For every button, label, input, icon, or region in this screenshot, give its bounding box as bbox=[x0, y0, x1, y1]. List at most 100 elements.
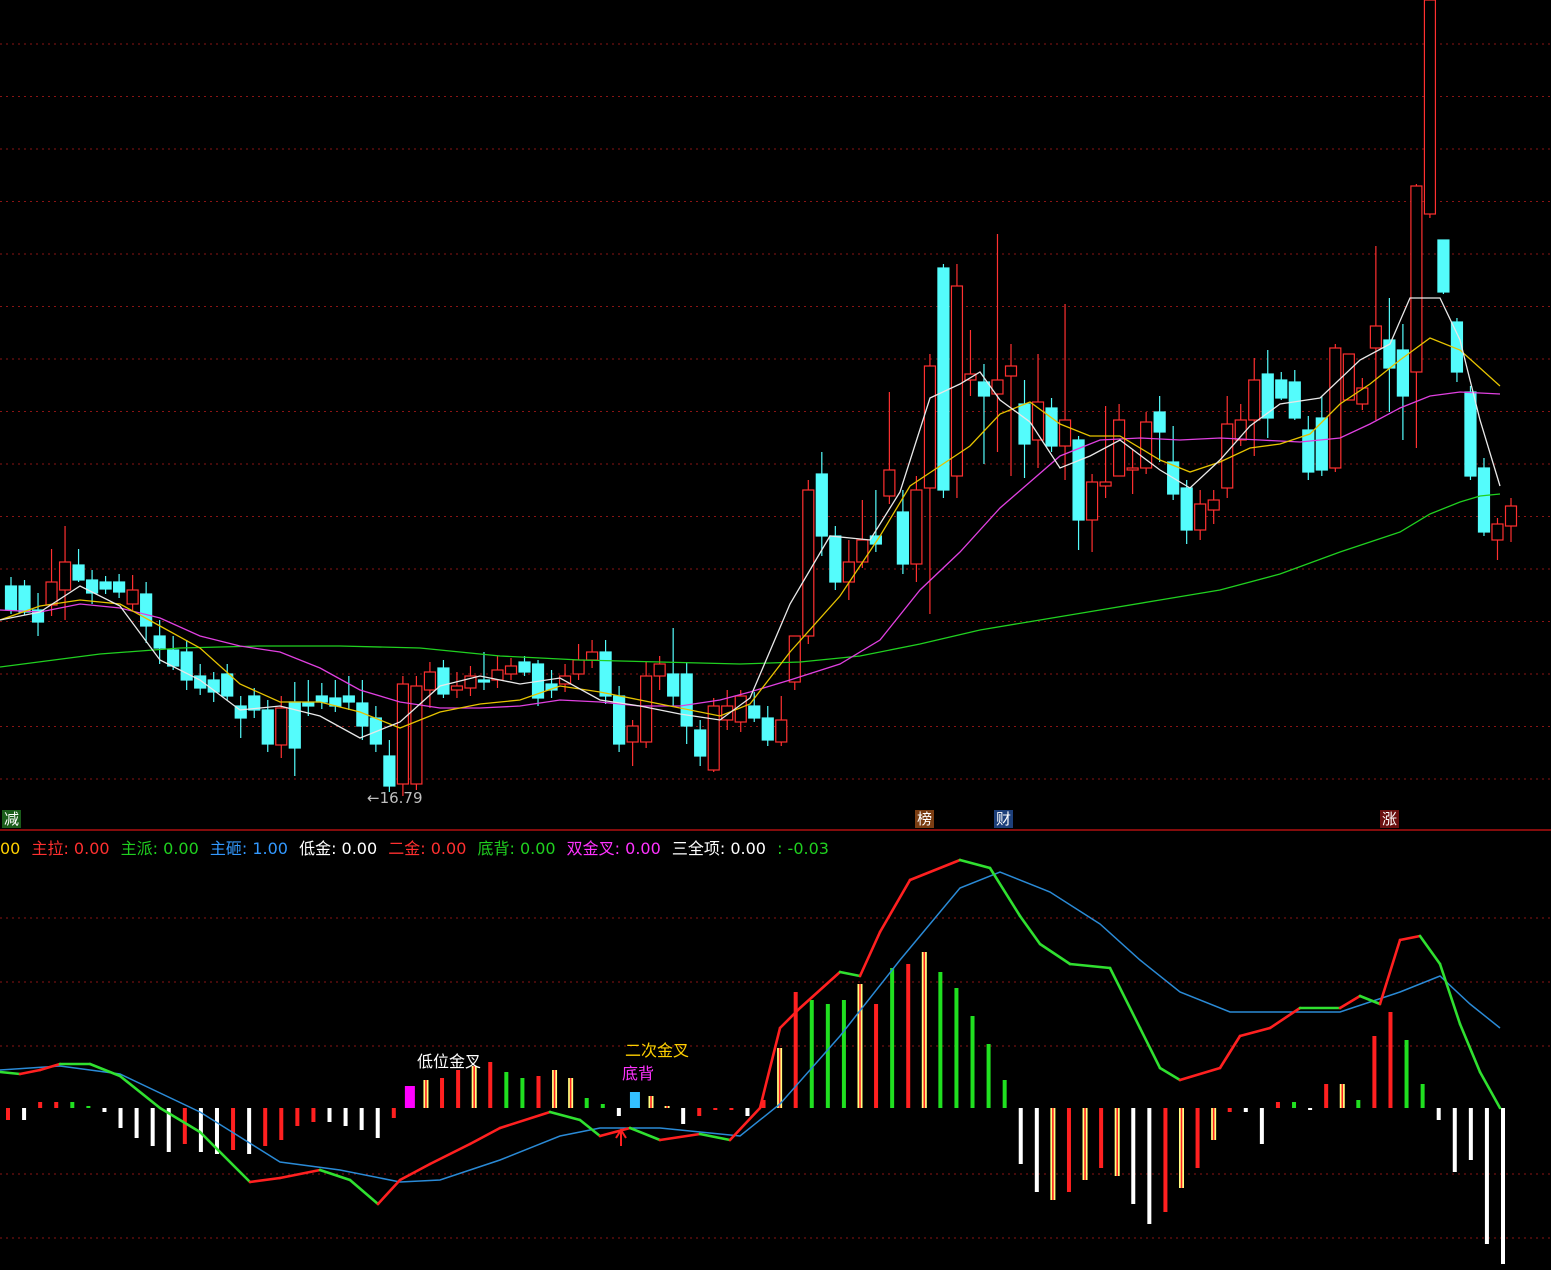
histogram-bar bbox=[890, 968, 895, 1108]
tag-zhang[interactable]: 涨 bbox=[1380, 810, 1400, 828]
histogram-bar bbox=[520, 1078, 525, 1108]
histogram-bar bbox=[327, 1108, 332, 1122]
histogram-bar-core bbox=[1052, 1108, 1054, 1200]
main-line-segment bbox=[958, 858, 992, 870]
candle-body bbox=[599, 651, 612, 697]
candle-body bbox=[99, 581, 112, 590]
candle-body bbox=[1356, 387, 1369, 405]
histogram-bar bbox=[1147, 1108, 1152, 1224]
histogram-bar bbox=[134, 1108, 139, 1138]
main-line-segment bbox=[198, 1130, 252, 1184]
main-line-segment bbox=[278, 1168, 322, 1180]
histogram-bar bbox=[1002, 1080, 1007, 1108]
main-line-segment bbox=[658, 1132, 702, 1142]
candle-body bbox=[126, 589, 139, 605]
histogram-bar bbox=[6, 1108, 10, 1120]
candle-body bbox=[450, 685, 464, 691]
main-line-segment bbox=[1158, 1066, 1182, 1082]
legend-item: 底背: 0.00 bbox=[477, 839, 556, 858]
candle-body bbox=[1275, 379, 1288, 399]
main-line-segment bbox=[1018, 914, 1042, 946]
tag-cai[interactable]: 财 bbox=[994, 810, 1014, 828]
candle-body bbox=[1369, 325, 1382, 349]
candle-body bbox=[1018, 403, 1031, 445]
histogram-bar bbox=[1131, 1108, 1136, 1204]
histogram-bar-core bbox=[778, 1048, 781, 1108]
histogram-bar bbox=[118, 1108, 123, 1128]
main-line-segment bbox=[1238, 1026, 1272, 1038]
candle-body bbox=[504, 665, 518, 675]
candle-body bbox=[842, 561, 855, 583]
main-line-segment bbox=[628, 1126, 662, 1142]
candle-body bbox=[4, 585, 18, 611]
histogram-bar bbox=[279, 1108, 284, 1140]
histogram-bar bbox=[629, 1092, 640, 1108]
legend-item: 低金: 0.00 bbox=[299, 839, 378, 858]
histogram-bar bbox=[1275, 1102, 1280, 1108]
histogram-bar bbox=[263, 1108, 268, 1146]
histogram-bar bbox=[584, 1098, 589, 1108]
legend-item: : -0.03 bbox=[777, 839, 829, 858]
histogram-bar bbox=[295, 1108, 300, 1126]
main-line-segment bbox=[1398, 934, 1422, 942]
main-line-segment bbox=[348, 1178, 380, 1206]
histogram-bar bbox=[1436, 1108, 1441, 1120]
main-line-segment bbox=[376, 1178, 402, 1206]
candle-body bbox=[640, 675, 653, 743]
histogram-bar bbox=[1404, 1040, 1409, 1108]
candle-body bbox=[1248, 379, 1261, 421]
candle-body bbox=[221, 673, 234, 697]
legend-item: 00 bbox=[0, 839, 21, 858]
candle-body bbox=[1004, 365, 1018, 377]
histogram-bar bbox=[1099, 1108, 1104, 1168]
histogram-bar bbox=[1034, 1108, 1039, 1192]
main-line-segment bbox=[1438, 962, 1462, 1026]
histogram-bar bbox=[681, 1108, 686, 1124]
main-line-segment bbox=[1378, 938, 1402, 1006]
histogram-bar-core bbox=[666, 1106, 668, 1108]
candle-body bbox=[275, 707, 288, 746]
candle-body bbox=[829, 535, 842, 583]
candle-body bbox=[910, 489, 923, 565]
histogram-bar bbox=[504, 1072, 509, 1108]
main-line-segment bbox=[18, 1068, 42, 1076]
candle-body bbox=[653, 663, 666, 677]
main-line-segment bbox=[1108, 966, 1142, 1030]
candle-body bbox=[1126, 467, 1139, 471]
legend-item: 三全项: 0.00 bbox=[671, 839, 766, 858]
candle-body bbox=[1072, 439, 1085, 521]
candle-body bbox=[1396, 349, 1409, 397]
candle-body bbox=[1504, 505, 1518, 527]
histogram-bar bbox=[247, 1108, 252, 1154]
histogram-bar bbox=[150, 1108, 155, 1146]
candle-body bbox=[950, 285, 964, 477]
main-line-segment bbox=[858, 930, 882, 978]
candle-body bbox=[85, 579, 99, 594]
histogram-bar bbox=[1308, 1108, 1313, 1110]
ma-yellow-line bbox=[0, 337, 1501, 729]
histogram-bar bbox=[825, 1004, 830, 1108]
main-line-segment bbox=[0, 1070, 22, 1076]
histogram-bar bbox=[404, 1086, 415, 1108]
histogram-bar bbox=[954, 988, 959, 1108]
candle-body bbox=[1288, 381, 1301, 419]
candle-body bbox=[1477, 467, 1491, 533]
histogram-bar-core bbox=[1116, 1108, 1118, 1176]
candle-body bbox=[437, 667, 450, 695]
histogram-bar bbox=[54, 1102, 59, 1108]
candle-body bbox=[1180, 487, 1193, 531]
histogram-bar bbox=[616, 1108, 621, 1116]
histogram-bar-core bbox=[1212, 1108, 1215, 1140]
histogram-bar-core bbox=[1180, 1108, 1183, 1188]
histogram-bar bbox=[536, 1076, 541, 1108]
candle-body bbox=[1491, 523, 1504, 541]
histogram-bar bbox=[198, 1108, 203, 1152]
tag-jian[interactable]: 减 bbox=[2, 810, 22, 828]
signal-low-cross: 低位金叉 bbox=[417, 1052, 482, 1071]
histogram-bar bbox=[1388, 1012, 1393, 1108]
candle-body bbox=[410, 685, 423, 785]
tag-bang[interactable]: 榜 bbox=[915, 810, 935, 828]
candle-body bbox=[518, 661, 531, 673]
candle-body bbox=[1140, 421, 1153, 469]
histogram-bar bbox=[38, 1102, 43, 1108]
